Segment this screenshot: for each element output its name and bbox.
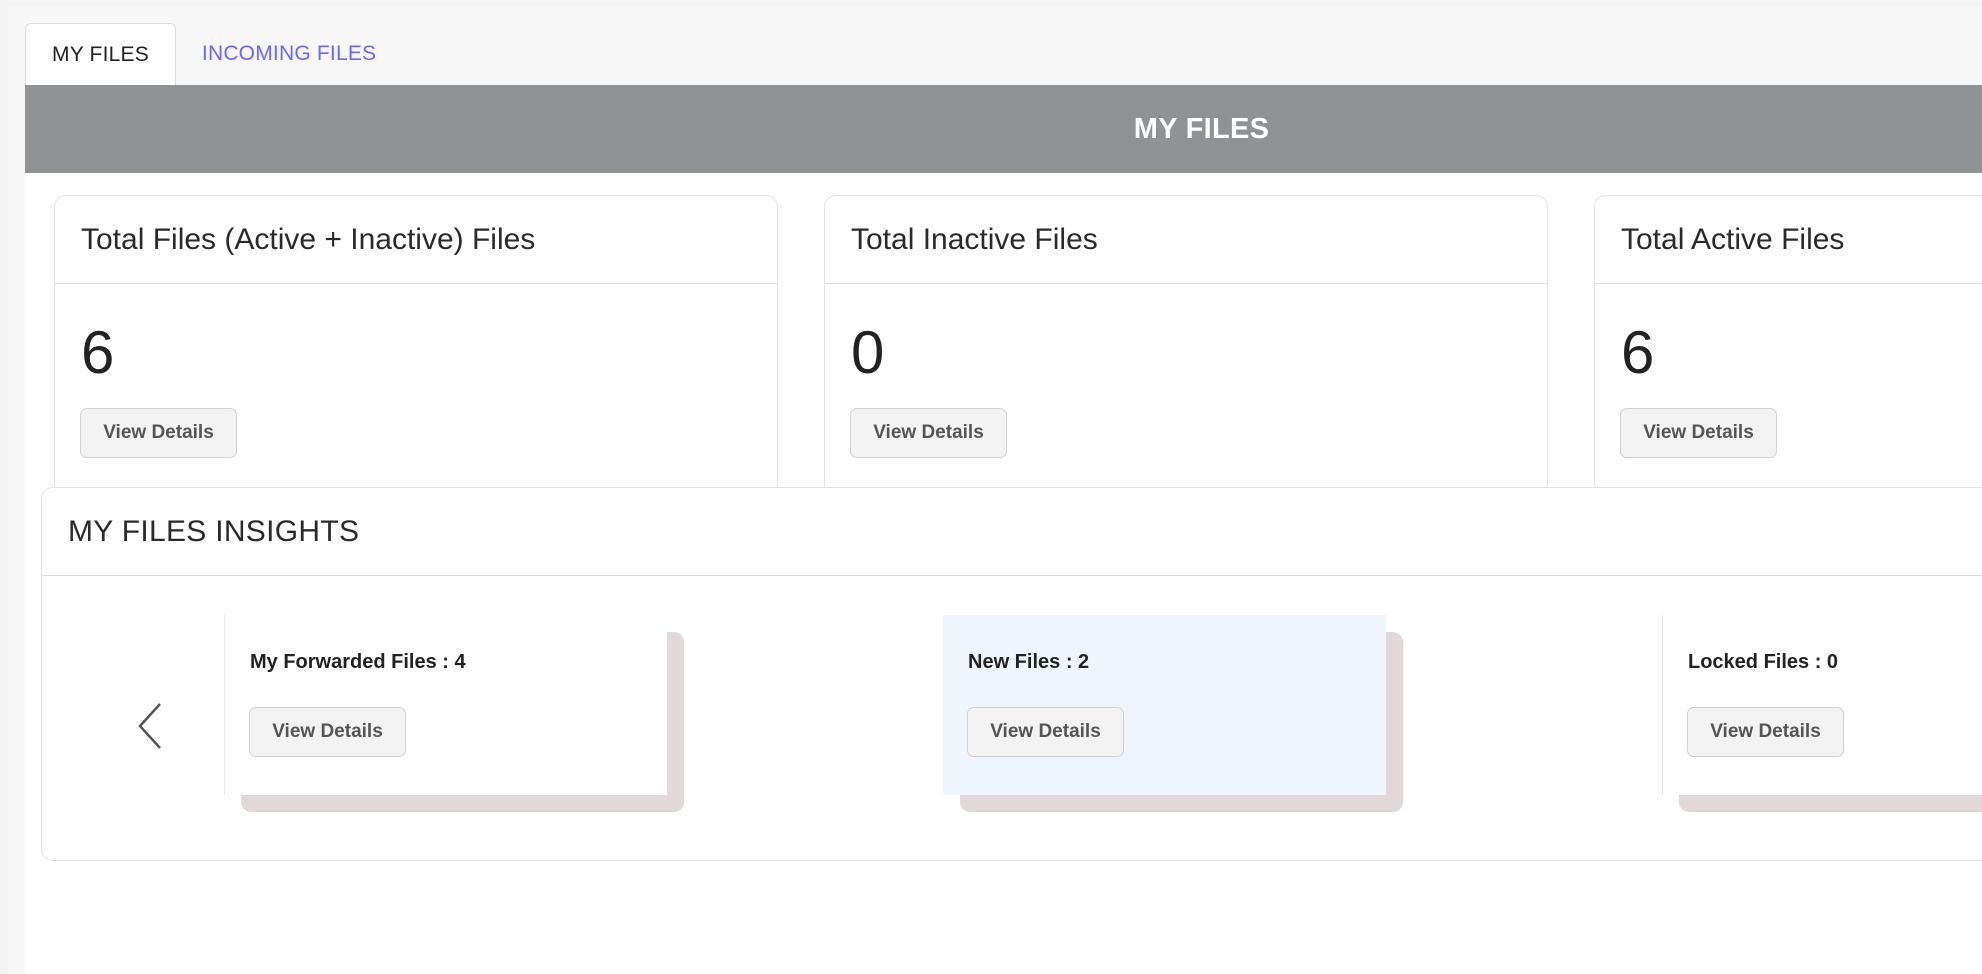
- insights-title: MY FILES INSIGHTS: [42, 488, 1982, 576]
- tab-my-files[interactable]: MY FILES: [25, 23, 176, 85]
- tab-bar: MY FILES INCOMING FILES: [25, 23, 402, 85]
- panel-title: MY FILES: [1133, 112, 1270, 145]
- view-details-button[interactable]: View Details: [249, 707, 406, 757]
- insight-card-body: New Files : 2 View Details: [943, 615, 1386, 795]
- view-details-button[interactable]: View Details: [1620, 408, 1777, 458]
- stat-card-total-files: Total Files (Active + Inactive) Files 6 …: [54, 195, 778, 495]
- insight-card-label: New Files : 2: [968, 651, 1090, 673]
- stat-card-value: 0: [851, 319, 885, 386]
- insights-section: MY FILES INSIGHTS My Forwarded Files : 4…: [41, 487, 1982, 861]
- tab-incoming-files[interactable]: INCOMING FILES: [176, 23, 402, 85]
- view-details-button[interactable]: View Details: [967, 707, 1124, 757]
- stat-card-value: 6: [1621, 319, 1655, 386]
- stat-card-value: 6: [81, 319, 115, 386]
- stat-card-title: Total Inactive Files: [825, 196, 1547, 284]
- insight-card-new: New Files : 2 View Details: [943, 615, 1403, 812]
- insight-card-body: Locked Files : 0 View Details: [1662, 615, 1982, 795]
- insight-card-label: Locked Files : 0: [1688, 651, 1839, 673]
- carousel-prev-button[interactable]: [130, 696, 170, 756]
- page: MY FILES INCOMING FILES MY FILES Total F…: [8, 6, 1982, 974]
- insight-card-locked: Locked Files : 0 View Details: [1662, 615, 1982, 812]
- chevron-left-icon: [138, 703, 161, 749]
- stat-card-active-files: Total Active Files 6 View Details: [1594, 195, 1982, 495]
- insight-card-body: My Forwarded Files : 4 View Details: [224, 615, 667, 795]
- insight-card-forwarded: My Forwarded Files : 4 View Details: [224, 615, 684, 812]
- insight-card-label: My Forwarded Files : 4: [250, 651, 466, 673]
- stat-card-title: Total Files (Active + Inactive) Files: [55, 196, 777, 284]
- view-details-button[interactable]: View Details: [80, 408, 237, 458]
- panel-header: MY FILES: [25, 85, 1982, 173]
- stat-card-title: Total Active Files: [1595, 196, 1982, 284]
- stat-card-inactive-files: Total Inactive Files 0 View Details: [824, 195, 1548, 495]
- view-details-button[interactable]: View Details: [850, 408, 1007, 458]
- view-details-button[interactable]: View Details: [1687, 707, 1844, 757]
